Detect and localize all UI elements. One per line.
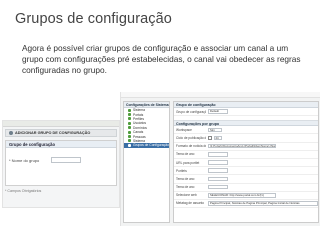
config-group-screenshot: Configurações de Sistema Sistema Portais… — [120, 92, 320, 226]
form-row: Portlets — [174, 167, 318, 176]
folder-icon — [128, 143, 131, 147]
tree-item-label: Perfiles — [133, 116, 144, 121]
field-label: Tema de ano — [176, 185, 195, 190]
form-row: URL para portlet — [174, 159, 318, 168]
web-select-field[interactable]: SELECIONAR: http://www.portal.com.br/{1} — [208, 193, 276, 198]
tree-item-label: Pessoas — [133, 134, 146, 139]
tree-item-label: Usuários — [133, 121, 147, 126]
form-row: Selecione web SELECIONAR: http://www.por… — [174, 192, 318, 200]
field-label: Tema de ano — [176, 176, 195, 181]
publish-cycle-checkbox[interactable] — [208, 136, 212, 140]
group-name-row: * Nome do grupo — [6, 157, 116, 163]
add-group-toolbar[interactable]: ADICIONAR GRUPO DE CONFIGURAÇÃO — [5, 129, 117, 137]
add-icon — [9, 131, 13, 135]
form-row: Metatag de assunto Pagina Principal, Not… — [174, 200, 318, 209]
group-name-label: * Nome do grupo — [9, 157, 40, 163]
field-label: URL para portlet — [176, 160, 200, 165]
slide-title: Grupos de configuração — [15, 11, 172, 27]
field-label: Formato de notícia de canal — [176, 144, 206, 149]
group-panel-title: Grupo de configuração — [6, 141, 116, 148]
tree-item-label: Grupos de Configuração — [133, 143, 169, 148]
folder-icon — [128, 130, 131, 134]
group-panel: Grupo de configuração * Nome do grupo — [5, 140, 117, 186]
field-label: Portlets — [176, 168, 187, 173]
window-topbar — [3, 121, 119, 127]
field-label: Selecione web — [176, 193, 197, 198]
tree-item-label: Portais — [133, 112, 144, 117]
form-row: Tema de ano — [174, 151, 318, 159]
folder-icon — [128, 135, 131, 139]
folder-icon — [128, 121, 131, 125]
news-format-field[interactable]: {1:Portal}.{DocumentoAno}.{PortalOrdemNo… — [208, 143, 276, 149]
folder-icon — [128, 117, 131, 121]
tree-item-label: Canais — [133, 130, 144, 135]
tree-item-label: Sistema — [133, 138, 145, 143]
folder-icon — [128, 113, 131, 117]
text-field[interactable] — [208, 184, 228, 190]
add-group-screenshot: ADICIONAR GRUPO DE CONFIGURAÇÃO Grupo de… — [2, 120, 120, 208]
config-group-form: Grupo de configuração Grupo de configura… — [173, 101, 319, 223]
form-row: Tema de ano — [174, 184, 318, 192]
group-name-input[interactable] — [51, 157, 82, 163]
field-label: Metatag de assunto — [176, 201, 204, 206]
folder-icon — [128, 108, 131, 112]
publish-cycle-field[interactable]: 24 — [213, 135, 222, 141]
field-label: Ciclo de publicação de notícia — [176, 135, 206, 140]
metatag-field[interactable]: Pagina Principal, Noticias de Pagina Pri… — [208, 201, 318, 206]
folder-icon — [128, 126, 131, 130]
field-label: Grupo de configuração — [176, 109, 206, 114]
field-label: Workspace — [176, 127, 192, 132]
text-field[interactable] — [208, 160, 228, 165]
text-field[interactable] — [208, 176, 228, 182]
settings-tree: Configurações de Sistema Sistema Portais… — [123, 101, 170, 223]
slide-body-text: Agora é possível criar grupos de configu… — [22, 43, 301, 75]
text-field[interactable] — [208, 168, 228, 173]
group-select-row: Grupo de configuração Default — [174, 108, 318, 117]
required-fields-note: * Campos Obrigatórios — [5, 189, 42, 193]
field-label: Tema de ano — [176, 152, 195, 157]
workspace-select[interactable]: Sim — [208, 127, 222, 133]
text-field[interactable] — [208, 152, 228, 157]
tree-item-label: Domínios — [133, 125, 147, 130]
form-row: Ciclo de publicação de notícia 24 — [174, 134, 318, 143]
form-row: Formato de notícia de canal {1:Portal}.{… — [174, 143, 318, 151]
add-group-button[interactable]: ADICIONAR GRUPO DE CONFIGURAÇÃO — [15, 131, 90, 135]
group-select[interactable]: Default — [208, 109, 228, 114]
form-row: Tema de ano — [174, 175, 318, 184]
form-row: Workspace Sim — [174, 126, 318, 135]
tree-item-config-groups[interactable]: Grupos de Configuração — [124, 143, 169, 148]
folder-icon — [128, 139, 131, 143]
tree-item-label: Sistema — [133, 108, 145, 113]
window-topbar — [121, 92, 320, 98]
